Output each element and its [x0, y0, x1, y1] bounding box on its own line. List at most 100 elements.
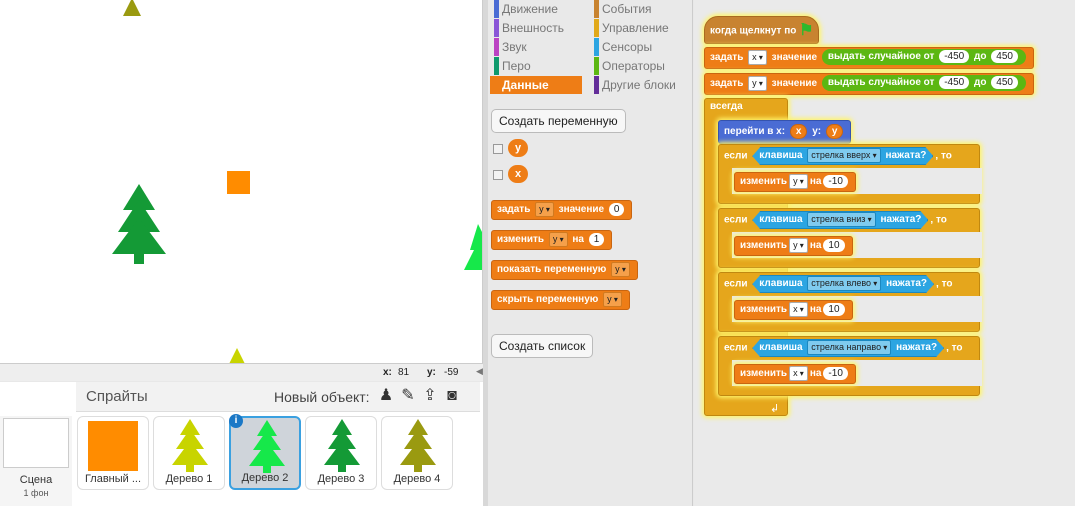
category-l-2[interactable]: Звук: [490, 38, 582, 56]
key-pressed-sensor[interactable]: клавиша стрелка вниз нажата?: [752, 211, 928, 229]
camera-icon[interactable]: ◙: [442, 386, 462, 406]
category-r-2[interactable]: Сенсоры: [590, 38, 682, 56]
key-dropdown[interactable]: стрелка вверх: [807, 148, 880, 163]
category-color-swatch: [494, 0, 499, 18]
category-l-0[interactable]: Движение: [490, 0, 582, 18]
choose-sprite-library-icon[interactable]: ♟: [376, 386, 396, 406]
category-l-3[interactable]: Перо: [490, 57, 582, 75]
key-dropdown[interactable]: стрелка направо: [807, 340, 891, 355]
paint-new-sprite-icon[interactable]: ✎: [398, 386, 418, 406]
make-variable-button[interactable]: Создать переменную: [491, 109, 626, 133]
sprite-thumbnail[interactable]: Дерево 3: [305, 416, 377, 490]
category-l-4[interactable]: Данные: [490, 76, 582, 94]
sprite-name: Дерево 3: [317, 473, 365, 485]
scene-label: Сцена: [19, 474, 53, 486]
set-y-var-dropdown[interactable]: y: [748, 75, 767, 91]
tree-sprite-yellow[interactable]: [224, 346, 250, 363]
show-variable-block[interactable]: показать переменную y: [491, 260, 638, 280]
change-variable-block[interactable]: изменитьyна-10: [734, 172, 856, 192]
category-r-3[interactable]: Операторы: [590, 57, 682, 75]
make-list-button[interactable]: Создать список: [491, 334, 594, 358]
change-variable-block[interactable]: изменитьyна10: [734, 236, 853, 256]
tree-sprite-top[interactable]: [120, 0, 144, 18]
change-amount-input[interactable]: -10: [823, 366, 848, 380]
tree-sprite-dark-green[interactable]: [110, 184, 168, 266]
set-x-var-dropdown[interactable]: x: [748, 49, 767, 65]
category-color-swatch: [494, 76, 499, 94]
change-value-input[interactable]: 1: [588, 232, 605, 246]
category-label: Перо: [502, 59, 531, 73]
scripts-area[interactable]: когда щелкнут по ⚑ задать x значение выд…: [694, 0, 1075, 506]
variable-x-checkbox[interactable]: [493, 170, 503, 180]
random-y-from-input[interactable]: -450: [939, 76, 970, 90]
random-y-operator[interactable]: выдать случайное от -450 до 450: [821, 75, 1026, 92]
show-var-dropdown[interactable]: y: [611, 261, 630, 277]
change-word: изменить: [497, 234, 545, 245]
key-dropdown[interactable]: стрелка вниз: [807, 212, 875, 227]
change-variable-block[interactable]: изменитьxна10: [734, 300, 853, 320]
category-l-1[interactable]: Внешность: [490, 19, 582, 37]
key-pressed-sensor[interactable]: клавиша стрелка влево нажата?: [752, 275, 934, 293]
set-var-dropdown[interactable]: y: [535, 201, 554, 217]
player-square[interactable]: [227, 171, 250, 194]
tree-sprite-bright-green[interactable]: [462, 224, 483, 270]
change-var-dropdown[interactable]: y: [548, 231, 568, 247]
when-flag-clicked-hat[interactable]: когда щелкнут по ⚑: [704, 16, 820, 44]
random-x-operator[interactable]: выдать случайное от -450 до 450: [821, 49, 1026, 66]
category-r-0[interactable]: События: [590, 0, 682, 18]
random-x-label: выдать случайное от: [827, 51, 935, 63]
set-variable-block[interactable]: задать y значение 0: [491, 200, 633, 220]
green-flag-icon: ⚑: [799, 22, 814, 39]
set-value-input[interactable]: 0: [608, 202, 625, 216]
hat-label: когда щелкнут по: [710, 25, 797, 37]
goto-word: перейти в x:: [724, 126, 786, 137]
change-variable-block[interactable]: изменитьxна-10: [734, 364, 856, 384]
set-x-word2: значение: [771, 52, 818, 63]
change-word: изменить: [740, 368, 788, 379]
if-header: если клавиша стрелка направо нажата?, то: [724, 339, 963, 358]
if-word: если: [724, 150, 748, 162]
change-var-dropdown[interactable]: x: [789, 365, 808, 381]
sprite-info-icon[interactable]: i: [229, 414, 243, 428]
if-word: если: [724, 342, 748, 354]
sprite-thumbnail[interactable]: Дерево 1: [153, 416, 225, 490]
set-word: задать: [497, 204, 531, 215]
change-amount-input[interactable]: -10: [823, 174, 848, 188]
change-amount-input[interactable]: 10: [823, 302, 845, 316]
pressed-word: нажата?: [880, 214, 922, 226]
key-pressed-sensor[interactable]: клавиша стрелка вверх нажата?: [752, 147, 933, 165]
change-var-dropdown[interactable]: y: [789, 173, 808, 189]
hide-var-dropdown[interactable]: y: [603, 291, 622, 307]
random-y-to-input[interactable]: 450: [991, 76, 1018, 90]
change-var-dropdown[interactable]: y: [789, 237, 808, 253]
collapse-stage-arrow-icon[interactable]: ◀: [476, 366, 484, 380]
variable-y-checkbox[interactable]: [493, 144, 503, 154]
set-x-random-block[interactable]: задать x значение выдать случайное от -4…: [704, 47, 1034, 69]
y-value: -59: [444, 367, 459, 378]
change-var-dropdown[interactable]: x: [789, 301, 808, 317]
random-x-from-input[interactable]: -450: [939, 50, 970, 64]
variable-x-reporter[interactable]: x: [508, 165, 529, 183]
category-label: События: [602, 2, 652, 16]
category-r-4[interactable]: Другие блоки: [590, 76, 682, 94]
key-dropdown[interactable]: стрелка влево: [807, 276, 881, 291]
upload-sprite-icon[interactable]: ⇪: [420, 386, 440, 406]
scene-thumbnail[interactable]: [3, 418, 69, 468]
change-amount-input[interactable]: 10: [823, 238, 845, 252]
stage[interactable]: [0, 0, 483, 363]
sprite-thumbnail[interactable]: Дерево 2: [229, 416, 301, 490]
set-y-random-block[interactable]: задать y значение выдать случайное от -4…: [704, 73, 1034, 95]
variable-y-reporter[interactable]: y: [508, 139, 529, 157]
random-x-to-input[interactable]: 450: [991, 50, 1018, 64]
goto-x-reporter[interactable]: x: [789, 123, 808, 139]
change-variable-block[interactable]: изменить y на 1: [491, 230, 613, 250]
pressed-word: нажата?: [896, 342, 938, 354]
scene-panel[interactable]: Сцена 1 фон: [0, 416, 72, 506]
key-pressed-sensor[interactable]: клавиша стрелка направо нажата?: [752, 339, 944, 357]
sprite-thumbnail[interactable]: Главный ...: [77, 416, 149, 490]
sprite-thumbnail[interactable]: Дерево 4: [381, 416, 453, 490]
hide-variable-block[interactable]: скрыть переменную y: [491, 290, 630, 310]
category-r-1[interactable]: Управление: [590, 19, 682, 37]
goto-y-reporter[interactable]: y: [825, 123, 844, 139]
go-to-xy-block[interactable]: перейти в x: x y: y: [718, 120, 852, 144]
